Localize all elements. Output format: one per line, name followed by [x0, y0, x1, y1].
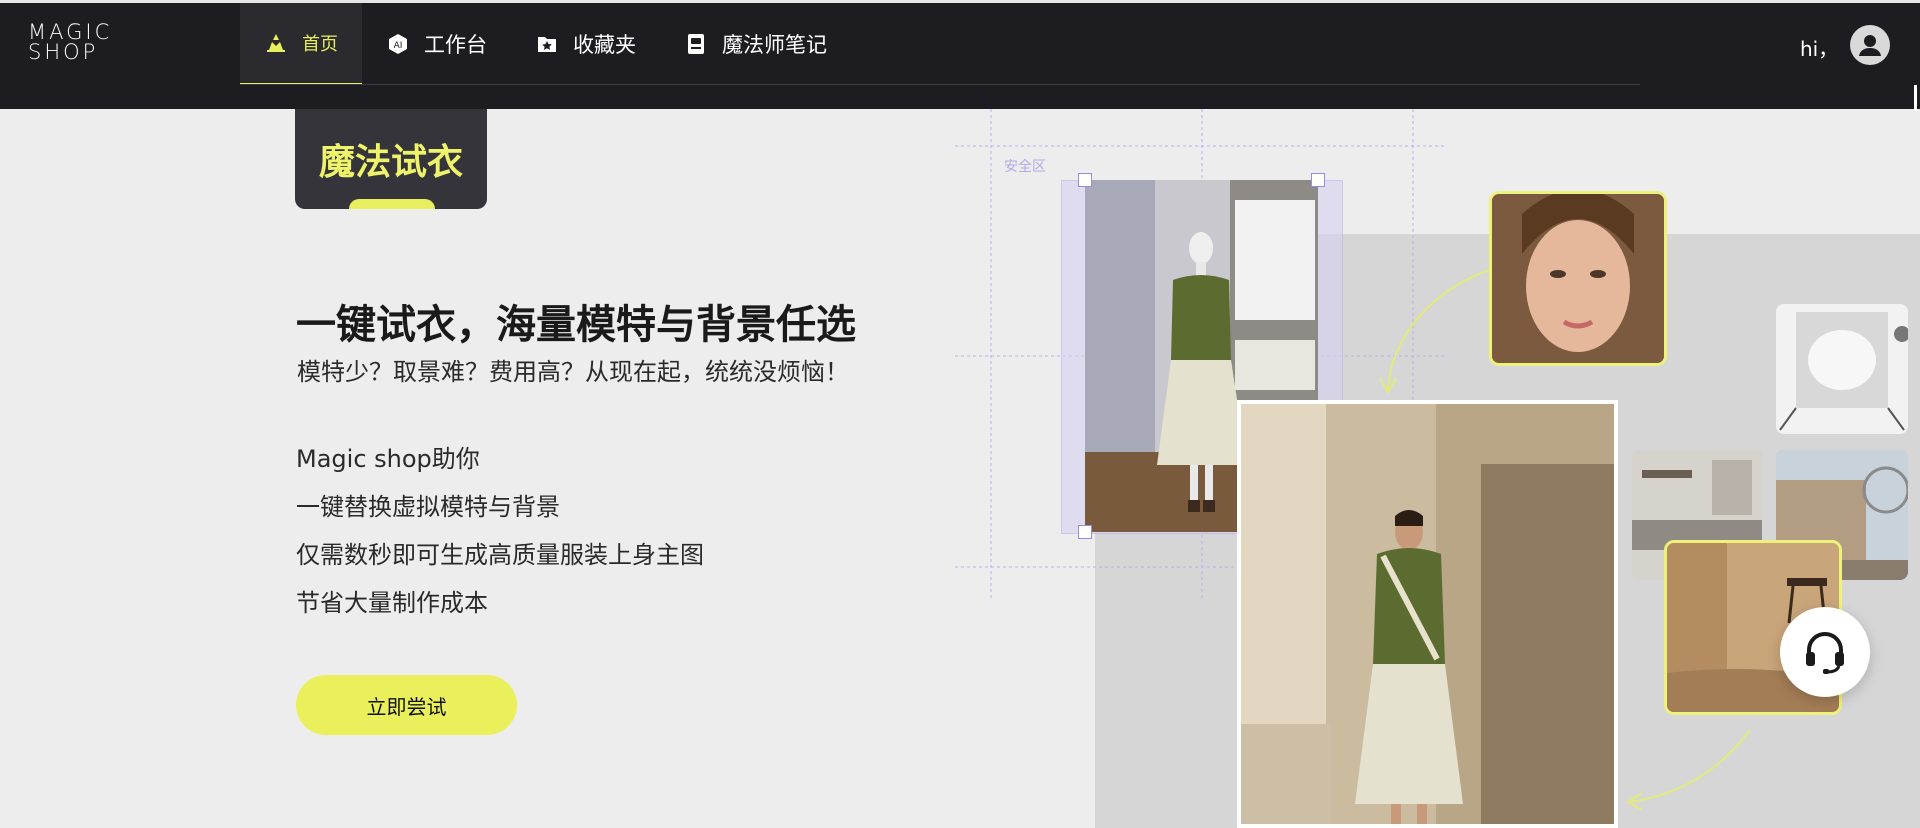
model-face-thumbnail[interactable]	[1489, 191, 1667, 366]
page-scrollbar-thumb[interactable]	[1914, 85, 1917, 111]
feature-item: Magic shop助你	[296, 445, 480, 473]
nav-item-workbench[interactable]: AI 工作台	[362, 3, 511, 85]
resize-handle[interactable]	[1078, 525, 1092, 539]
safe-area-label: 安全区	[1004, 159, 1046, 175]
home-icon	[264, 31, 288, 55]
logo-line-2: SHOP	[28, 40, 99, 64]
nav-label: 收藏夹	[573, 33, 636, 57]
favorites-icon	[535, 32, 559, 56]
magic-shop-logo[interactable]: MAGIC SHOP	[28, 22, 140, 66]
generated-result-photo	[1237, 400, 1618, 828]
user-avatar[interactable]	[1850, 25, 1890, 65]
nav-item-favorites[interactable]: 收藏夹	[511, 3, 660, 85]
user-icon	[1859, 35, 1881, 56]
arrow-bg-to-result	[1626, 729, 1751, 810]
nav-item-notes[interactable]: 魔法师笔记	[660, 3, 851, 85]
feature-item: 仅需数秒即可生成高质量服装上身主图	[296, 541, 704, 569]
notes-icon	[684, 32, 708, 56]
hero-headline: 一键试衣，海量模特与背景任选	[296, 302, 856, 348]
badge-title: 魔法试衣	[318, 142, 463, 183]
user-greeting: hi，	[1800, 37, 1839, 61]
nav-label: 工作台	[424, 33, 487, 57]
arrow-face-to-result	[1379, 269, 1491, 395]
try-now-button[interactable]: 立即尝试	[296, 675, 517, 735]
studio-background-thumbnail[interactable]	[1776, 304, 1908, 434]
resize-handle[interactable]	[1078, 173, 1092, 187]
nav-divider	[240, 84, 1640, 85]
hero-subline: 模特少？取景难？费用高？从现在起，统统没烦恼！	[297, 358, 849, 386]
main-nav: 首页 AI 工作台 收藏夹 魔法师笔记	[240, 3, 851, 85]
svg-text:AI: AI	[394, 41, 403, 51]
feature-badge: 魔法试衣	[295, 109, 487, 209]
customer-support-button[interactable]	[1780, 607, 1870, 697]
logo-line-1: MAGIC	[28, 20, 113, 44]
nav-label: 首页	[302, 34, 338, 55]
nav-label: 魔法师笔记	[722, 33, 827, 57]
feature-list: Magic shop助你 一键替换虚拟模特与背景 仅需数秒即可生成高质量服装上身…	[296, 440, 704, 632]
top-navigation-bar: MAGIC SHOP 首页 AI 工作台 收藏夹 魔法师笔记 hi，	[0, 0, 1920, 111]
ai-icon: AI	[386, 32, 410, 56]
badge-accent-bar	[349, 199, 435, 209]
feature-item: 节省大量制作成本	[296, 589, 488, 617]
headset-icon	[1806, 632, 1844, 674]
nav-item-home[interactable]: 首页	[240, 3, 362, 85]
feature-item: 一键替换虚拟模特与背景	[296, 493, 560, 521]
resize-handle[interactable]	[1311, 173, 1325, 187]
